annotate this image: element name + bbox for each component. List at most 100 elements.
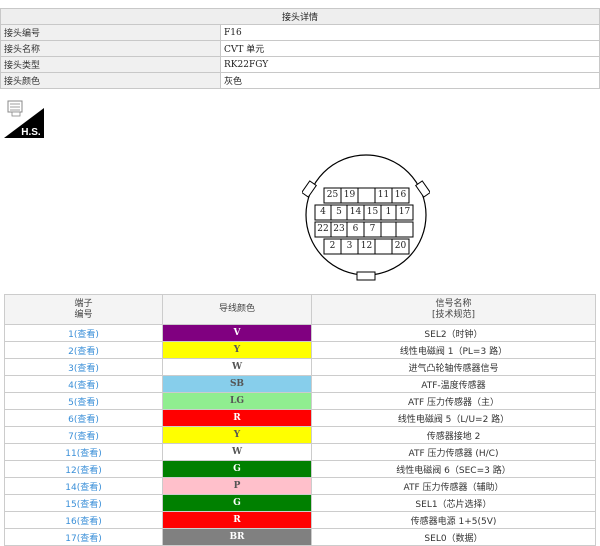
table-row: 15(查看) G SEL1（芯片选择） [4,494,596,512]
table-row: 11(查看) W ATF 压力传感器 (H/C) [4,443,596,461]
signal-name-cell: ATF 压力传感器（辅助） [311,477,596,495]
terminal-number: 17 [65,533,77,544]
pin-label: 25 [326,190,339,200]
view-link[interactable]: (查看) [77,517,102,527]
header-wire-label: 导线颜色 [218,304,255,314]
info-key: 接头编号 [0,24,221,41]
terminal-number-cell: 2(查看) [4,341,163,359]
info-value: F16 [220,24,600,41]
column-header-wire-color: 导线颜色 [162,294,312,325]
table-row: 12(查看) G 线性电磁阀 6（SEC=3 路） [4,460,596,478]
header-signal-sub: [技术规范] [431,309,476,320]
view-link[interactable]: (查看) [74,364,99,374]
pin-label: 17 [398,207,411,217]
column-header-signal: 信号名称 [技术规范] [311,294,596,325]
terminal-number-cell: 16(查看) [4,511,163,529]
view-link[interactable]: (查看) [74,432,99,442]
terminal-table-body: 1(查看) V SEL2（时钟） 2(查看) Y 线性电磁阀 1（PL=3 路） 3(查看)… [4,324,596,546]
pin-label: 20 [394,241,407,251]
view-link[interactable]: (查看) [74,330,99,340]
signal-name-cell: 进气凸轮轴传感器信号 [311,358,596,376]
signal-name-cell: SEL1（芯片选择） [311,494,596,512]
terminal-number: 15 [65,499,77,510]
pin-label: 16 [394,190,407,200]
pin-label: 14 [349,207,362,217]
header-terminal-sub: 编号 [74,309,93,320]
signal-name-cell: ATF 压力传感器（主） [311,392,596,410]
terminal-number-cell: 7(查看) [4,426,163,444]
terminal-number-cell: 14(查看) [4,477,163,495]
wire-color-cell: P [162,477,312,495]
pin-label: 4 [320,207,326,217]
signal-name-cell: 线性电磁阀 5（L/U=2 路） [311,409,596,427]
wire-color-cell: V [162,324,312,342]
column-header-terminal: 端子 编号 [4,294,163,325]
info-value: RK22FGY [220,56,600,73]
table-row: 6(查看) R 线性电磁阀 5（L/U=2 路） [4,409,596,427]
info-key: 接头类型 [0,56,221,73]
pin-label: 6 [352,224,359,234]
wire-color-cell: Y [162,341,312,359]
terminal-number-cell: 5(查看) [4,392,163,410]
signal-name-cell: ATF 压力传感器 (H/C) [311,443,596,461]
table-row: 17(查看) BR SEL0（数据） [4,528,596,546]
terminal-number-cell: 4(查看) [4,375,163,393]
view-link[interactable]: (查看) [77,483,102,493]
table-row: 7(查看) Y 传感器接地 2 [4,426,596,444]
harness-side-icon: H.S. [4,100,44,138]
terminal-number-cell: 1(查看) [4,324,163,342]
wire-color-cell: LG [162,392,312,410]
pin-label: 19 [343,190,356,200]
wire-color-cell: W [162,443,312,461]
connector-info-table: 接头详情 接头编号 F16 接头名称 CVT 单元 接头类型 RK22FGY 接头颜色… [0,8,600,89]
signal-name-cell: 传感器电源 1+5(5V) [311,511,596,529]
pin-label: 12 [360,241,373,251]
wire-color-cell: W [162,358,312,376]
terminal-number-cell: 6(查看) [4,409,163,427]
view-link[interactable]: (查看) [77,449,102,459]
table-row: 5(查看) LG ATF 压力传感器（主） [4,392,596,410]
signal-name-cell: 线性电磁阀 1（PL=3 路） [311,341,596,359]
view-link[interactable]: (查看) [74,347,99,357]
table-row: 1(查看) V SEL2（时钟） [4,324,596,342]
wire-color-cell: Y [162,426,312,444]
view-link[interactable]: (查看) [77,500,102,510]
signal-name-cell: ATF-温度传感器 [311,375,596,393]
signal-name-cell: 传感器接地 2 [311,426,596,444]
wire-color-cell: G [162,460,312,478]
table-row: 16(查看) R 传感器电源 1+5(5V) [4,511,596,529]
terminal-table: 端子 编号 导线颜色 信号名称 [技术规范] 1(查看) V SEL2（时钟） 2(查… [4,294,596,546]
table-row: 4(查看) SB ATF-温度传感器 [4,375,596,393]
view-link[interactable]: (查看) [74,381,99,391]
wire-color-cell: SB [162,375,312,393]
pin-label: 11 [377,190,390,200]
info-key: 接头颜色 [0,72,221,89]
table-row: 3(查看) W 进气凸轮轴传感器信号 [4,358,596,376]
view-link[interactable]: (查看) [74,415,99,425]
hs-label: H.S. [21,127,41,138]
pin-label: 3 [346,241,353,251]
connector-diagram: 25 19 11 16 4 5 14 15 1 17 22 23 6 7 2 3… [302,151,430,283]
info-value: CVT 单元 [220,40,600,57]
signal-name-cell: SEL0（数据） [311,528,596,546]
terminal-number-cell: 11(查看) [4,443,163,461]
header-terminal-label: 端子 [74,298,93,309]
view-link[interactable]: (查看) [77,466,102,476]
wire-color-cell: G [162,494,312,512]
view-link[interactable]: (查看) [77,534,102,544]
pin-label: 5 [336,207,342,217]
pin-label: 2 [329,241,336,251]
signal-name-cell: 线性电磁阀 6（SEC=3 路） [311,460,596,478]
signal-name-cell: SEL2（时钟） [311,324,596,342]
terminal-number-cell: 15(查看) [4,494,163,512]
pin-label: 7 [369,224,376,234]
terminal-number: 14 [65,482,77,493]
terminal-number: 12 [65,465,77,476]
connector-detail-title: 接头详情 [0,8,600,25]
view-link[interactable]: (查看) [74,398,99,408]
wire-color-cell: R [162,511,312,529]
terminal-number: 16 [65,516,77,527]
table-row: 2(查看) Y 线性电磁阀 1（PL=3 路） [4,341,596,359]
pin-label: 23 [333,224,345,234]
terminal-number-cell: 12(查看) [4,460,163,478]
